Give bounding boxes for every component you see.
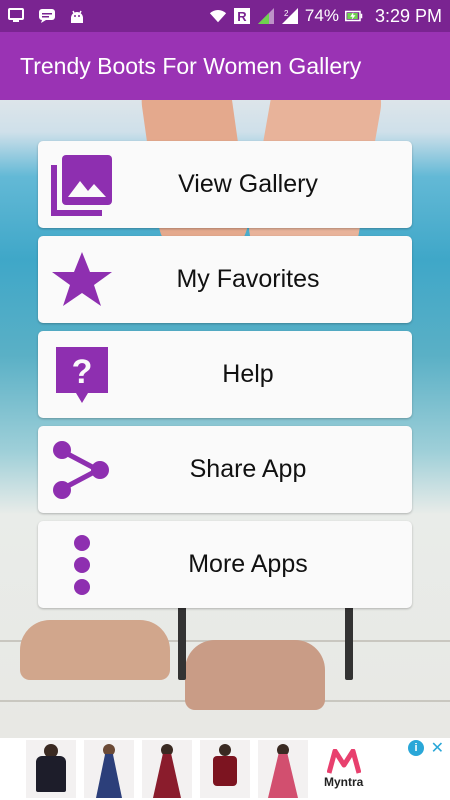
- menu-label: Share App: [189, 455, 307, 483]
- ad-brand[interactable]: Myntra: [324, 749, 363, 789]
- svg-text:R: R: [237, 9, 247, 24]
- status-bar: R 2 74% 3:29 PM: [0, 0, 450, 32]
- ad-product-image[interactable]: [258, 740, 308, 798]
- star-icon: [50, 248, 114, 312]
- wifi-icon: [209, 8, 227, 24]
- message-icon: [38, 8, 56, 24]
- menu-label: More Apps: [188, 550, 308, 578]
- signal-icon: [257, 8, 275, 24]
- ad-product-image[interactable]: [142, 740, 192, 798]
- more-vert-icon: [50, 533, 114, 597]
- ad-banner[interactable]: Myntra i ✕: [0, 738, 450, 800]
- r-icon: R: [233, 8, 251, 24]
- screen-icon: [8, 8, 26, 24]
- ad-close-icon[interactable]: ✕: [431, 738, 444, 758]
- myntra-logo-icon: [326, 749, 361, 774]
- menu-label: My Favorites: [176, 265, 320, 293]
- menu-label: View Gallery: [178, 170, 318, 198]
- battery-percent: 74%: [304, 6, 339, 25]
- heel-shape: [345, 605, 353, 680]
- svg-text:2: 2: [284, 9, 289, 18]
- heel-shape: [178, 600, 186, 680]
- app-bar: Trendy Boots For Women Gallery: [0, 32, 450, 100]
- menu-item-help[interactable]: ? Help: [38, 331, 412, 418]
- clock: 3:29 PM: [374, 5, 442, 26]
- signal-2-icon: 2: [281, 8, 299, 24]
- menu-item-more-apps[interactable]: More Apps: [38, 521, 412, 608]
- menu-label: Help: [222, 360, 274, 388]
- battery-icon: [344, 8, 363, 24]
- gallery-icon: [50, 153, 114, 217]
- ad-product-image[interactable]: [84, 740, 134, 798]
- menu-item-my-favorites[interactable]: My Favorites: [38, 236, 412, 323]
- shoe-shape: [20, 620, 170, 680]
- menu-item-view-gallery[interactable]: View Gallery: [38, 141, 412, 228]
- ad-product-image[interactable]: [26, 740, 76, 798]
- menu-item-share-app[interactable]: Share App: [38, 426, 412, 513]
- ad-product-image[interactable]: [200, 740, 250, 798]
- ad-brand-name: Myntra: [324, 775, 364, 789]
- share-icon: [50, 438, 114, 502]
- ad-info-icon[interactable]: i: [408, 740, 424, 756]
- shoe-shape: [185, 640, 325, 710]
- help-icon: ?: [50, 343, 114, 407]
- android-icon: [68, 8, 86, 24]
- svg-text:?: ?: [72, 353, 93, 391]
- app-title: Trendy Boots For Women Gallery: [20, 52, 362, 79]
